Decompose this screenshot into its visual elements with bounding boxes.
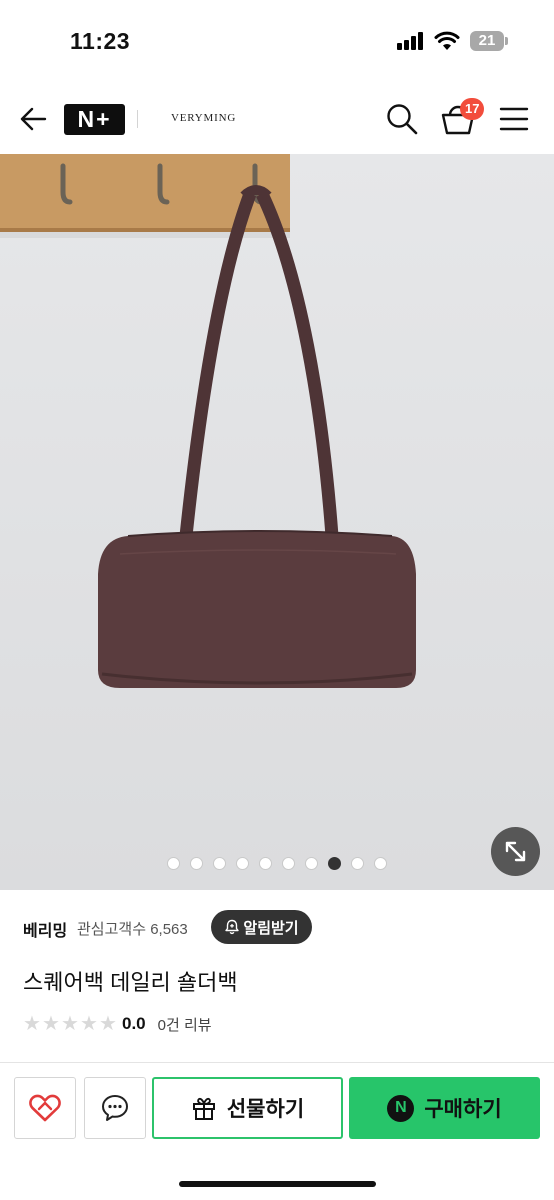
home-indicator: [179, 1181, 376, 1187]
bell-plus-icon: [225, 919, 240, 935]
gift-button[interactable]: 선물하기: [152, 1077, 343, 1139]
talk-button[interactable]: [84, 1077, 146, 1139]
nplus-logo[interactable]: N+: [64, 104, 125, 135]
pagination-dot[interactable]: [351, 857, 364, 870]
rating-row[interactable]: ★ ★ ★ ★ ★ 0.0 0건 리뷰: [23, 1012, 212, 1036]
star-rating: ★ ★ ★ ★ ★: [23, 1012, 118, 1035]
star-icon: ★: [42, 1012, 60, 1035]
heart-icon: [29, 1094, 61, 1122]
product-title: 스퀘어백 데일리 숄더백: [23, 970, 238, 995]
pagination-dot[interactable]: [236, 857, 249, 870]
store-name[interactable]: 베리밍: [23, 917, 67, 941]
star-icon: ★: [23, 1012, 41, 1035]
gift-icon: [192, 1097, 215, 1120]
battery-indicator: 21: [470, 31, 504, 51]
follower-count: 관심고객수 6,563: [77, 918, 188, 939]
battery-tip: [505, 37, 508, 45]
pagination-dot[interactable]: [190, 857, 203, 870]
star-icon: ★: [80, 1012, 98, 1035]
chat-bubble-icon: [102, 1095, 128, 1121]
wifi-icon: [434, 31, 460, 50]
star-icon: ★: [61, 1012, 79, 1035]
product-image[interactable]: [0, 154, 554, 890]
rating-value: 0.0: [122, 1014, 146, 1033]
pagination-dot[interactable]: [374, 857, 387, 870]
store-info: 베리밍 관심고객수 6,563 알림받기: [0, 908, 554, 946]
pagination-dot[interactable]: [259, 857, 272, 870]
bag-photo: [0, 154, 416, 688]
pagination-dot[interactable]: [213, 857, 226, 870]
pagination-dot[interactable]: [167, 857, 180, 870]
bottom-action-bar: 선물하기 N 구매하기: [0, 1062, 554, 1200]
top-navigation: N+ VERYMING 17: [0, 84, 554, 154]
cellular-signal-icon: [397, 32, 427, 50]
followers-value: 6,563: [150, 921, 188, 938]
alert-label: 알림받기: [243, 919, 299, 937]
naverpay-n-icon: N: [387, 1094, 415, 1122]
wishlist-button[interactable]: [14, 1077, 76, 1139]
pagination-dot-active[interactable]: [328, 857, 341, 870]
buy-button[interactable]: N 구매하기: [349, 1077, 540, 1139]
alert-subscribe-button[interactable]: 알림받기: [211, 910, 312, 944]
arrow-left-icon[interactable]: [18, 104, 48, 134]
star-icon: ★: [99, 1012, 117, 1035]
status-bar: 11:23 21: [0, 0, 554, 84]
review-count[interactable]: 0건 리뷰: [158, 1014, 212, 1035]
gallery-pagination: [0, 857, 554, 871]
logo-divider: [137, 110, 138, 128]
expand-arrows-icon[interactable]: [491, 827, 540, 876]
followers-label: 관심고객수: [77, 921, 147, 938]
pagination-dot[interactable]: [305, 857, 318, 870]
hamburger-menu-icon[interactable]: [499, 106, 529, 132]
brand-name[interactable]: VERYMING: [171, 112, 236, 124]
status-time: 11:23: [70, 28, 131, 54]
gift-label: 선물하기: [226, 1098, 305, 1121]
cart-count-badge: 17: [460, 98, 485, 120]
pagination-dot[interactable]: [282, 857, 295, 870]
buy-label: 구매하기: [424, 1098, 502, 1121]
search-icon[interactable]: [385, 102, 419, 136]
